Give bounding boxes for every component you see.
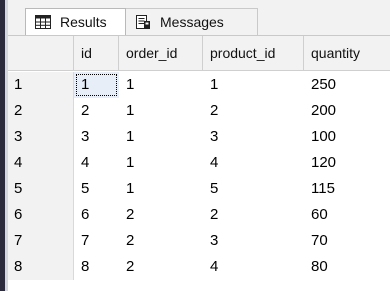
tab-messages[interactable]: Messages <box>126 8 258 35</box>
tab-results-label: Results <box>60 14 107 30</box>
grid-cell-order-id[interactable]: 1 <box>119 176 203 202</box>
grid-cell-quantity[interactable]: 70 <box>304 228 390 254</box>
row-number[interactable]: 1 <box>8 72 74 98</box>
grid-cell-order-id[interactable]: 1 <box>119 124 203 150</box>
grid-cell-order-id[interactable]: 1 <box>119 72 203 98</box>
row-number[interactable]: 7 <box>8 228 74 254</box>
grid-cell-id[interactable]: 6 <box>74 202 119 228</box>
table-row[interactable]: 4 4 1 4 120 <box>8 150 390 176</box>
tab-results[interactable]: Results <box>25 8 126 35</box>
grid-cell-order-id[interactable]: 2 <box>119 254 203 280</box>
messages-icon <box>136 15 150 29</box>
grid-cell-product-id[interactable]: 2 <box>203 98 304 124</box>
row-number[interactable]: 5 <box>8 176 74 202</box>
table-row[interactable]: 3 3 1 3 100 <box>8 124 390 150</box>
grid-cell-id[interactable]: 2 <box>74 98 119 124</box>
results-grid[interactable]: id order_id product_id quantity 1 1 1 1 … <box>8 36 390 291</box>
table-row[interactable]: 5 5 1 5 115 <box>8 176 390 202</box>
grid-cell-product-id[interactable]: 4 <box>203 254 304 280</box>
grid-cell-product-id[interactable]: 1 <box>203 72 304 98</box>
grid-cell-order-id[interactable]: 1 <box>119 98 203 124</box>
grid-cell-order-id[interactable]: 1 <box>119 150 203 176</box>
row-number[interactable]: 3 <box>8 124 74 150</box>
table-row[interactable]: 8 8 2 4 80 <box>8 254 390 280</box>
table-row[interactable]: 6 6 2 2 60 <box>8 202 390 228</box>
grid-cell-product-id[interactable]: 2 <box>203 202 304 228</box>
column-header-quantity[interactable]: quantity <box>304 36 390 70</box>
table-row[interactable]: 1 1 1 1 250 <box>8 72 390 98</box>
grid-cell-quantity[interactable]: 250 <box>304 72 390 98</box>
row-number[interactable]: 4 <box>8 150 74 176</box>
grid-cell-id[interactable]: 8 <box>74 254 119 280</box>
grid-cell-quantity[interactable]: 100 <box>304 124 390 150</box>
row-number[interactable]: 6 <box>8 202 74 228</box>
grid-cell-id[interactable]: 3 <box>74 124 119 150</box>
grid-cell-id[interactable]: 1 <box>74 72 119 98</box>
grid-cell-quantity[interactable]: 120 <box>304 150 390 176</box>
column-header-product-id[interactable]: product_id <box>203 36 304 70</box>
grid-cell-quantity[interactable]: 200 <box>304 98 390 124</box>
grid-cell-order-id[interactable]: 2 <box>119 228 203 254</box>
grid-cell-quantity[interactable]: 115 <box>304 176 390 202</box>
grid-cell-product-id[interactable]: 4 <box>203 150 304 176</box>
grid-cell-id[interactable]: 4 <box>74 150 119 176</box>
grid-cell-id[interactable]: 5 <box>74 176 119 202</box>
column-header-id[interactable]: id <box>74 36 119 70</box>
grid-cell-product-id[interactable]: 3 <box>203 124 304 150</box>
row-number-header[interactable] <box>8 36 74 70</box>
grid-icon <box>35 15 51 29</box>
grid-cell-id[interactable]: 7 <box>74 228 119 254</box>
row-number[interactable]: 2 <box>8 98 74 124</box>
column-header-order-id[interactable]: order_id <box>119 36 203 70</box>
table-row[interactable]: 7 7 2 3 70 <box>8 228 390 254</box>
results-tabstrip: Results Messages <box>8 0 390 36</box>
grid-cell-product-id[interactable]: 3 <box>203 228 304 254</box>
grid-cell-quantity[interactable]: 60 <box>304 202 390 228</box>
grid-header-row: id order_id product_id quantity <box>8 36 390 71</box>
grid-cell-order-id[interactable]: 2 <box>119 202 203 228</box>
row-number[interactable]: 8 <box>8 254 74 280</box>
grid-cell-product-id[interactable]: 5 <box>203 176 304 202</box>
tab-messages-label: Messages <box>160 14 224 30</box>
grid-cell-quantity[interactable]: 80 <box>304 254 390 280</box>
table-row[interactable]: 2 2 1 2 200 <box>8 98 390 124</box>
